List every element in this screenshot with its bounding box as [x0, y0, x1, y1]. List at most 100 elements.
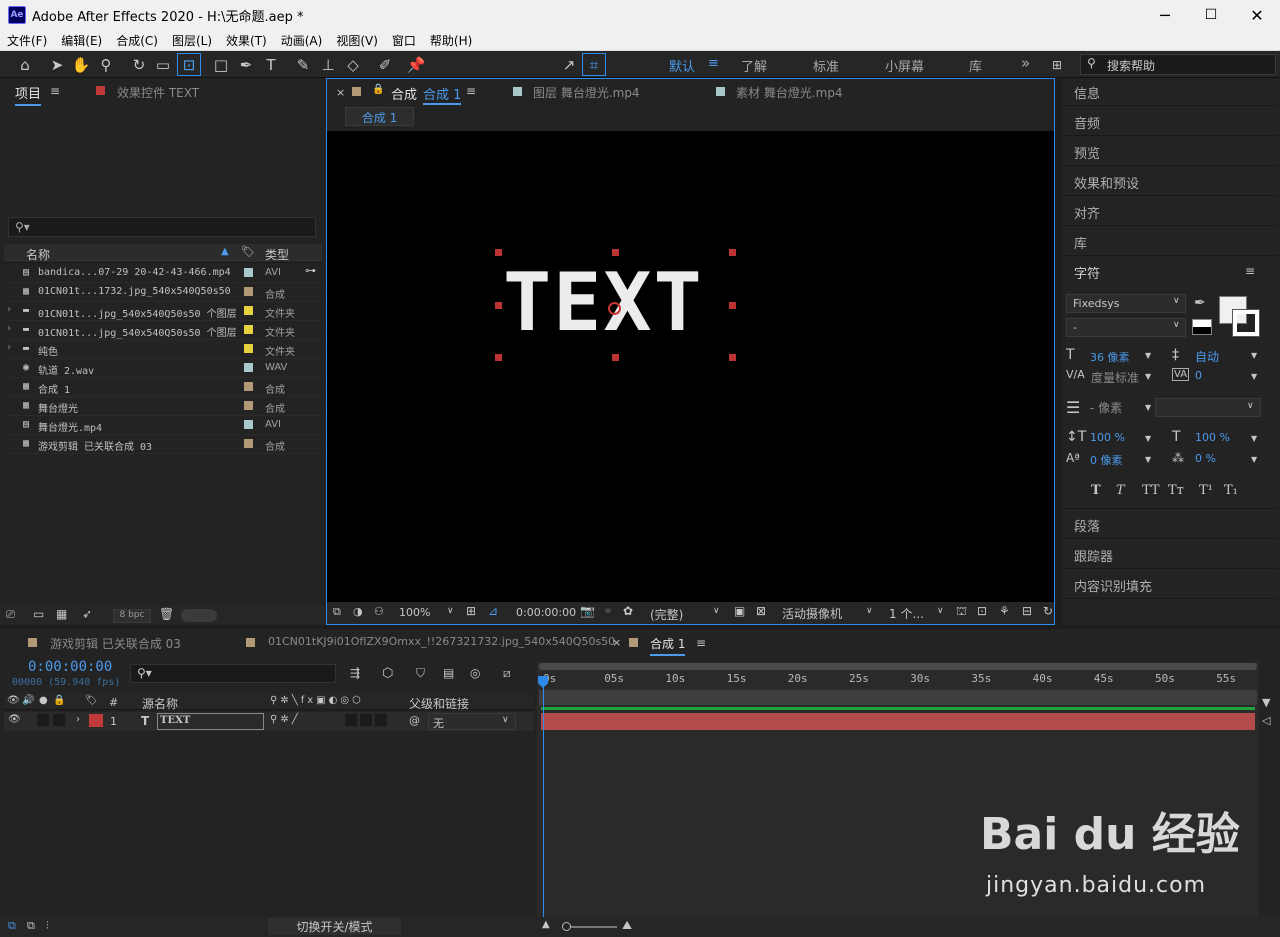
chevron-down-icon[interactable]: ▼	[1145, 434, 1151, 443]
baseline-shift-value[interactable]: 0 像素	[1090, 452, 1123, 468]
chevron-right-icon[interactable]: ›	[6, 323, 12, 334]
transparency-grid-icon[interactable]: ⊠	[756, 604, 766, 618]
project-item[interactable]: ▤ 舞台燈光.mp4 AVI	[4, 416, 322, 435]
tab-effect-controls[interactable]: 效果控件 TEXT	[117, 84, 199, 101]
comp-breadcrumb[interactable]: 合成 1	[345, 107, 414, 126]
font-size-value[interactable]: 36 像素	[1090, 349, 1130, 365]
eyedropper-icon[interactable]: ✒	[1194, 295, 1206, 311]
project-item[interactable]: ▦ 01CN01t...1732.jpg_540x540Q50s50 合成	[4, 283, 322, 302]
camera-dropdown[interactable]: 活动摄像机	[782, 605, 842, 622]
column-type[interactable]: 类型	[265, 246, 289, 263]
label-swatch[interactable]	[244, 287, 253, 296]
lock-toggle[interactable]	[53, 714, 65, 726]
bounding-handle[interactable]	[729, 354, 736, 361]
marker-icon[interactable]: ◁	[1262, 714, 1270, 727]
puppet-pin-tool-icon[interactable]: 📌	[405, 54, 427, 75]
small-caps-button[interactable]: Tт	[1168, 483, 1184, 498]
comp-tab-menu-icon[interactable]: ≡	[466, 84, 476, 98]
pen-tool-icon[interactable]: ✒	[235, 54, 257, 75]
bounding-handle[interactable]	[495, 302, 502, 309]
subscript-button[interactable]: T₁	[1224, 483, 1238, 498]
zoom-out-icon[interactable]: ▲	[542, 919, 550, 930]
chevron-down-icon[interactable]: ▼	[1145, 403, 1151, 412]
safe-margins-icon[interactable]: ⊞	[466, 604, 476, 618]
layer-switches[interactable]: ⚲✲╱	[270, 714, 301, 725]
column-parent-link[interactable]: 父级和链接	[409, 695, 469, 712]
project-item[interactable]: ▦ 游戏剪辑 已关联合成 03 合成	[4, 435, 322, 454]
project-tab-menu-icon[interactable]: ≡	[50, 84, 60, 98]
switch-box[interactable]	[375, 714, 387, 726]
chevron-right-icon[interactable]: ›	[76, 714, 80, 725]
clone-stamp-tool-icon[interactable]: ⊥	[317, 54, 339, 75]
label-swatch[interactable]	[244, 439, 253, 448]
menu-effect[interactable]: 效果(T)	[219, 32, 274, 49]
show-snapshot-icon[interactable]: ⚭	[603, 604, 613, 618]
switch-box[interactable]	[345, 714, 357, 726]
resolution-dropdown[interactable]: (完整)	[650, 606, 683, 623]
timeline-search-input[interactable]: ⚲▾	[130, 664, 336, 683]
layer-switches-toggle-icon[interactable]: ⧉	[8, 919, 16, 933]
tab-composition-prefix[interactable]: 合成	[391, 84, 417, 103]
home-icon[interactable]: ⌂	[14, 54, 36, 75]
workspace-learn[interactable]: 了解	[741, 56, 767, 75]
solo-toggle[interactable]	[37, 714, 49, 726]
black-white-swatch[interactable]	[1192, 319, 1212, 335]
panel-effects-presets[interactable]: 效果和预设	[1074, 173, 1139, 192]
menu-window[interactable]: 窗口	[385, 32, 423, 49]
chevron-down-icon[interactable]: ▼	[1251, 372, 1257, 381]
chevron-down-icon[interactable]: ∨	[937, 606, 944, 616]
zoom-in-icon[interactable]: ⛰	[622, 918, 632, 933]
timeline-icon[interactable]: ⊟	[1022, 604, 1032, 618]
chevron-down-icon[interactable]: ∨	[713, 606, 720, 616]
panel-libraries[interactable]: 库	[1074, 233, 1087, 252]
chevron-down-icon[interactable]: ∨	[447, 606, 454, 616]
snapshot-icon[interactable]: 📷	[580, 604, 595, 618]
zoom-slider-thumb[interactable]	[562, 922, 571, 931]
superscript-button[interactable]: T¹	[1199, 483, 1213, 498]
column-name[interactable]: 名称	[26, 246, 50, 263]
thumbnail-slider[interactable]	[181, 609, 217, 622]
trash-icon[interactable]: 🗑	[159, 607, 174, 621]
bounding-handle[interactable]	[495, 249, 502, 256]
stroke-width-value[interactable]: - 像素	[1090, 399, 1122, 416]
close-tab-icon[interactable]: ×	[612, 636, 621, 649]
label-swatch[interactable]	[244, 401, 253, 410]
project-item[interactable]: ▦ 合成 1 合成	[4, 378, 322, 397]
timeline-tab-image-comp[interactable]: 01CN01tKJ9i01OfIZX9Omxx_!!267321732.jpg_…	[268, 635, 615, 648]
stroke-style-dropdown[interactable]	[1155, 398, 1261, 417]
horizontal-scale-value[interactable]: 100 %	[1195, 431, 1230, 444]
faux-italic-button[interactable]: T	[1116, 483, 1125, 498]
timeline-tab-menu-icon[interactable]: ≡	[696, 636, 706, 650]
playhead-line[interactable]	[543, 676, 544, 917]
layer-duration-bar[interactable]	[541, 713, 1255, 730]
bounding-handle[interactable]	[495, 354, 502, 361]
character-menu-icon[interactable]: ≡	[1245, 264, 1255, 278]
project-item[interactable]: ▤ bandica...07-29 20-42-43-466.mp4 AVI	[4, 264, 322, 283]
sync-settings-icon[interactable]: ⊞	[1046, 54, 1068, 75]
menu-composition[interactable]: 合成(C)	[109, 32, 165, 49]
tracking-value[interactable]: 0	[1195, 369, 1202, 382]
bounding-handle[interactable]	[612, 249, 619, 256]
viewer-timecode[interactable]: 0:00:00:00	[516, 606, 576, 619]
menu-file[interactable]: 文件(F)	[0, 32, 54, 49]
hand-tool-icon[interactable]: ✋	[70, 54, 92, 75]
label-swatch[interactable]	[244, 420, 253, 429]
tab-composition-name[interactable]: 合成 1	[423, 84, 462, 105]
flowchart-icon[interactable]: ⚘	[999, 604, 1010, 618]
brush-tool-icon[interactable]: ✎	[292, 54, 314, 75]
workspace-small-screen[interactable]: 小屏幕	[885, 56, 924, 75]
eraser-tool-icon[interactable]: ◇	[342, 54, 364, 75]
tab-footage[interactable]: 素材 舞台燈光.mp4	[736, 84, 843, 101]
label-swatch[interactable]	[244, 306, 253, 315]
close-tab-icon[interactable]: ×	[336, 86, 345, 99]
pan-behind-tool-icon[interactable]: ⊡	[177, 53, 201, 76]
type-tool-icon[interactable]: T	[260, 54, 282, 75]
label-swatch[interactable]	[244, 268, 253, 277]
project-item[interactable]: ◉ 轨道 2.wav WAV	[4, 359, 322, 378]
menu-layer[interactable]: 图层(L)	[165, 32, 219, 49]
anchor-point-icon[interactable]	[608, 302, 621, 315]
snap-icon[interactable]: ↗	[558, 54, 580, 75]
region-of-interest-icon[interactable]: ⊿	[488, 604, 498, 618]
frame-blending-icon[interactable]: ▤	[443, 666, 454, 680]
menu-view[interactable]: 视图(V)	[329, 32, 385, 49]
